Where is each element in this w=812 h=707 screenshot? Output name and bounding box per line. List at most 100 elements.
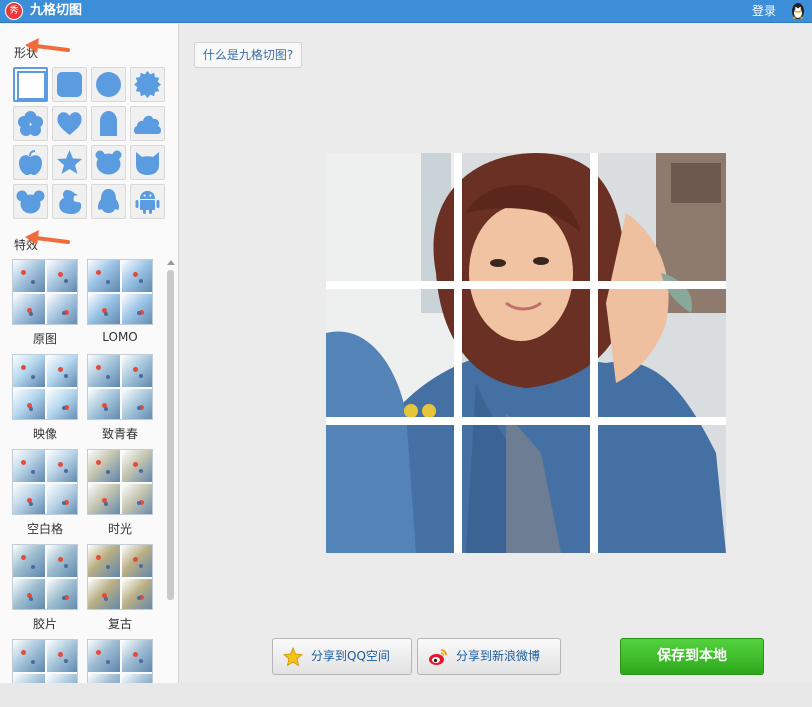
shape-duck-button[interactable] — [52, 184, 87, 219]
sidebar: 形状 特效 原图 LOMO 映像 致青春 空白格 时光 胶片 复古 — [0, 24, 179, 683]
shape-mouse-button[interactable] — [13, 184, 48, 219]
photo-image — [462, 153, 590, 281]
shape-heart-icon — [57, 112, 82, 135]
shape-heart-button[interactable] — [52, 106, 87, 141]
effect-item[interactable]: 原图 — [10, 259, 80, 347]
share-weibo-label: 分享到新浪微博 — [456, 649, 541, 663]
effect-thumbnail — [12, 639, 78, 683]
shape-android-button[interactable] — [130, 184, 165, 219]
shape-android-icon — [135, 191, 160, 214]
grid-tile — [462, 289, 590, 417]
effect-item[interactable] — [10, 639, 80, 683]
grid-tile — [598, 153, 726, 281]
photo-image — [462, 289, 590, 417]
shape-tombstone-icon — [100, 111, 117, 136]
grid-tile — [326, 153, 454, 281]
shape-badge-icon — [134, 71, 161, 98]
grid-tile — [326, 289, 454, 417]
share-qzone-button[interactable]: 分享到QQ空间 — [272, 638, 412, 675]
photo-image — [326, 425, 454, 553]
grid-tile — [598, 425, 726, 553]
effect-label: 致青春 — [101, 427, 138, 441]
shape-circle-icon — [96, 72, 121, 97]
photo-image — [598, 289, 726, 417]
shape-apple-button[interactable] — [13, 145, 48, 180]
photo-image — [598, 425, 726, 553]
grid-tile — [462, 425, 590, 553]
shape-circle-button[interactable] — [91, 67, 126, 102]
weibo-icon — [429, 649, 447, 665]
scroll-thumb[interactable] — [167, 270, 174, 600]
save-local-button[interactable]: 保存到本地 — [620, 638, 764, 675]
shape-bear-button[interactable] — [91, 145, 126, 180]
shape-rounded-square-button[interactable] — [52, 67, 87, 102]
effect-label: 映像 — [32, 427, 57, 441]
photo-image — [462, 425, 590, 553]
effect-item[interactable]: 胶片 — [10, 544, 80, 632]
effect-label: 胶片 — [32, 617, 57, 631]
share-qzone-label: 分享到QQ空间 — [311, 649, 390, 663]
effect-thumbnail — [12, 354, 78, 420]
effect-thumbnail — [87, 259, 153, 325]
shape-bear-icon — [95, 150, 122, 175]
qq-penguin-icon[interactable] — [789, 2, 807, 20]
nine-grid-preview — [326, 153, 726, 553]
effect-item[interactable]: 致青春 — [85, 354, 155, 442]
effect-item[interactable]: 复古 — [85, 544, 155, 632]
shape-apple-icon — [19, 150, 42, 175]
grid-tile — [598, 289, 726, 417]
shape-duck-icon — [59, 190, 82, 214]
scroll-up-icon[interactable] — [167, 260, 175, 265]
arrow-annotation-icon — [25, 230, 70, 245]
effect-label: 空白格 — [26, 522, 63, 536]
app-logo-icon: 秀 — [5, 2, 23, 20]
shape-cat-button[interactable] — [130, 145, 165, 180]
main-panel: 什么是九格切图? 分享到QQ空间 分享到新浪微博 保存到本地 — [180, 24, 812, 683]
shape-square-icon — [17, 71, 46, 100]
effect-thumbnail — [12, 544, 78, 610]
effect-item[interactable]: LOMO — [85, 259, 155, 344]
shape-flower-icon — [18, 111, 43, 136]
shape-mouse-icon — [16, 190, 45, 214]
title-bar: 秀 九格切图 登录 — [0, 0, 812, 23]
arrow-annotation-icon — [25, 38, 70, 53]
grid-tile — [326, 425, 454, 553]
effect-item[interactable]: 映像 — [10, 354, 80, 442]
shape-tombstone-button[interactable] — [91, 106, 126, 141]
photo-image — [326, 289, 454, 417]
effect-thumbnail — [87, 544, 153, 610]
effect-thumbnail — [12, 259, 78, 325]
photo-image — [326, 153, 454, 281]
grid-tile — [462, 153, 590, 281]
qzone-star-icon — [283, 647, 303, 667]
effects-list: 原图 LOMO 映像 致青春空白格 时光胶片 复古 — [0, 256, 165, 683]
effect-thumbnail — [87, 449, 153, 515]
effects-scrollbar[interactable] — [166, 260, 175, 707]
effect-item[interactable] — [85, 639, 155, 683]
help-button[interactable]: 什么是九格切图? — [194, 42, 302, 68]
shape-rounded-square-icon — [57, 72, 82, 97]
effect-label: 时光 — [107, 522, 132, 536]
share-weibo-button[interactable]: 分享到新浪微博 — [417, 638, 561, 675]
effect-label: LOMO — [102, 330, 138, 344]
shape-cloud-icon — [134, 115, 161, 134]
shape-penguin-button[interactable] — [91, 184, 126, 219]
shape-star-icon — [57, 150, 82, 174]
shape-badge-button[interactable] — [130, 67, 165, 102]
shape-penguin-icon — [97, 189, 120, 213]
photo-image — [598, 153, 726, 281]
shape-star-button[interactable] — [52, 145, 87, 180]
app-title: 九格切图 — [30, 3, 83, 18]
shape-square-button[interactable] — [13, 67, 48, 102]
effect-label: 原图 — [32, 332, 57, 346]
effect-thumbnail — [12, 449, 78, 515]
effect-thumbnail — [87, 639, 153, 683]
effect-item[interactable]: 时光 — [85, 449, 155, 537]
shape-flower-button[interactable] — [13, 106, 48, 141]
login-link[interactable]: 登录 — [752, 3, 776, 19]
shape-cat-icon — [136, 152, 159, 175]
effect-thumbnail — [87, 354, 153, 420]
effect-label: 复古 — [107, 617, 132, 631]
shape-cloud-button[interactable] — [130, 106, 165, 141]
effect-item[interactable]: 空白格 — [10, 449, 80, 537]
